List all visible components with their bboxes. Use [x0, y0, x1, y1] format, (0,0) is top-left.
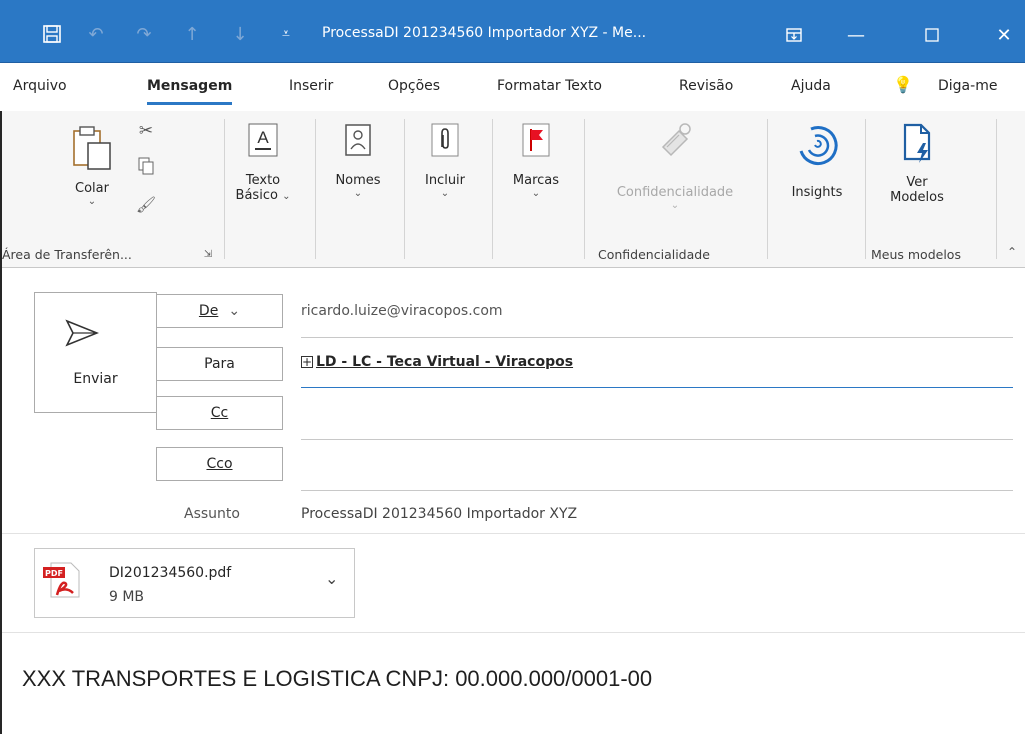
customize-toolbar-icon[interactable]: ⩡ — [274, 22, 298, 46]
tab-file[interactable]: Arquivo — [13, 78, 67, 94]
group-label-confidentiality: Confidencialidade — [598, 247, 710, 262]
tell-me-search[interactable]: Diga-me — [938, 78, 997, 94]
chevron-down-icon: ⌄ — [87, 196, 97, 207]
subject-label: Assunto — [184, 506, 240, 522]
insights-label: Insights — [791, 185, 843, 200]
minimize-icon[interactable]: — — [834, 20, 878, 50]
subject-input[interactable]: ProcessaDI 201234560 Importador XYZ — [301, 506, 577, 522]
send-label: Enviar — [73, 371, 118, 387]
ribbon: Colar ⌄ ✂ 🖌 Área de Transferên... ⇲ A Te… — [0, 111, 1025, 268]
confidentiality-label: Confidencialidade — [616, 185, 734, 200]
previous-item-icon[interactable]: ↑ — [178, 22, 206, 46]
bcc-input[interactable] — [301, 490, 1013, 491]
cc-label: Cc — [210, 405, 229, 421]
paste-label: Colar — [75, 181, 109, 196]
message-body[interactable]: XXX TRANSPORTES E LOGISTICA CNPJ: 00.000… — [22, 666, 652, 692]
svg-text:A: A — [257, 128, 269, 147]
tab-help[interactable]: Ajuda — [791, 78, 831, 94]
insights-icon — [799, 126, 838, 165]
view-templates-label-2: Modelos — [890, 190, 944, 205]
attachment-filename: DI201234560.pdf — [109, 565, 232, 581]
from-button[interactable]: De ⌄ — [156, 294, 283, 328]
attachment-size: 9 MB — [109, 589, 145, 605]
group-label-my-templates: Meus modelos — [871, 247, 961, 262]
cut-icon[interactable]: ✂ — [135, 121, 157, 143]
collapse-ribbon-icon[interactable]: ⌃ — [1004, 245, 1020, 261]
include-button[interactable]: Incluir ⌄ — [410, 123, 480, 235]
undo-icon[interactable]: ↶ — [82, 22, 110, 46]
from-label: De — [198, 303, 219, 319]
lightbulb-icon[interactable]: 💡 — [893, 75, 913, 94]
close-icon[interactable]: ✕ — [982, 20, 1025, 50]
format-painter-icon[interactable]: 🖌 — [135, 195, 157, 217]
bcc-button[interactable]: Cco — [156, 447, 283, 481]
to-button[interactable]: Para — [156, 347, 283, 381]
attachment-card[interactable]: PDF DI201234560.pdf 9 MB ⌄ — [34, 548, 355, 618]
paste-button[interactable]: Colar ⌄ — [62, 123, 122, 235]
expand-group-icon[interactable]: + — [301, 356, 313, 368]
paste-icon — [73, 126, 111, 170]
names-label: Nomes — [335, 173, 381, 188]
cc-button[interactable]: Cc — [156, 396, 283, 430]
ribbon-tabs: Arquivo Mensagem Inserir Opções Formatar… — [0, 63, 1025, 111]
bcc-label: Cco — [206, 456, 233, 472]
view-templates-button[interactable]: Ver Modelos — [872, 121, 962, 239]
tags-label: Marcas — [512, 173, 560, 188]
next-item-icon[interactable]: ↓ — [226, 22, 254, 46]
chevron-down-icon: ⌄ — [440, 188, 450, 199]
insights-button[interactable]: Insights — [775, 121, 859, 233]
tab-message[interactable]: Mensagem — [147, 78, 233, 105]
templates-icon — [903, 123, 931, 163]
tab-format-text[interactable]: Formatar Texto — [497, 78, 602, 94]
to-label: Para — [204, 356, 235, 372]
tags-button[interactable]: Marcas ⌄ — [498, 123, 574, 235]
chevron-down-icon: ⌄ — [531, 188, 541, 199]
tab-insert[interactable]: Inserir — [289, 78, 333, 94]
attach-icon — [431, 123, 459, 157]
chevron-down-icon: ⌄ — [228, 303, 241, 319]
chevron-down-icon: ⌄ — [353, 188, 363, 199]
copy-icon[interactable] — [135, 157, 157, 179]
chevron-down-icon: ⌄ — [670, 200, 680, 211]
chevron-down-icon[interactable]: ⌄ — [325, 569, 338, 588]
dialog-launcher-icon[interactable]: ⇲ — [202, 249, 214, 261]
title-bar: ↶ ↷ ↑ ↓ ⩡ ProcessaDI 201234560 Importado… — [0, 0, 1025, 63]
basic-text-label-1: Texto — [245, 173, 281, 188]
address-book-icon — [345, 124, 371, 156]
include-label: Incluir — [424, 173, 466, 188]
names-button[interactable]: Nomes ⌄ — [323, 123, 393, 235]
pdf-file-icon: PDF — [43, 562, 80, 598]
view-templates-label-1: Ver — [906, 175, 928, 190]
from-value: ricardo.luize@viracopos.com — [301, 303, 503, 319]
flag-icon — [522, 123, 550, 157]
confidentiality-button[interactable]: Confidencialidade ⌄ — [590, 121, 760, 233]
ribbon-display-options-icon[interactable] — [772, 20, 816, 50]
confidentiality-icon — [661, 123, 691, 157]
maximize-icon[interactable] — [910, 20, 954, 50]
send-button[interactable]: Enviar — [34, 292, 157, 413]
basic-text-label-2: Básico ⌄ — [235, 188, 291, 203]
font-color-icon: A — [248, 123, 278, 157]
group-label-clipboard: Área de Transferên... — [2, 247, 132, 262]
basic-text-button[interactable]: A Texto Básico ⌄ — [228, 123, 298, 235]
redo-icon[interactable]: ↷ — [130, 22, 158, 46]
tab-options[interactable]: Opções — [388, 78, 440, 94]
pdf-badge-text: PDF — [45, 569, 63, 578]
to-recipient[interactable]: + LD - LC - Teca Virtual - Viracopos — [301, 354, 573, 370]
save-icon[interactable] — [38, 22, 66, 46]
cc-input[interactable] — [301, 439, 1013, 440]
window-title: ProcessaDI 201234560 Importador XYZ - Me… — [322, 25, 647, 41]
send-icon — [65, 319, 99, 347]
to-value: LD - LC - Teca Virtual - Viracopos — [316, 354, 574, 370]
tab-review[interactable]: Revisão — [679, 78, 733, 94]
